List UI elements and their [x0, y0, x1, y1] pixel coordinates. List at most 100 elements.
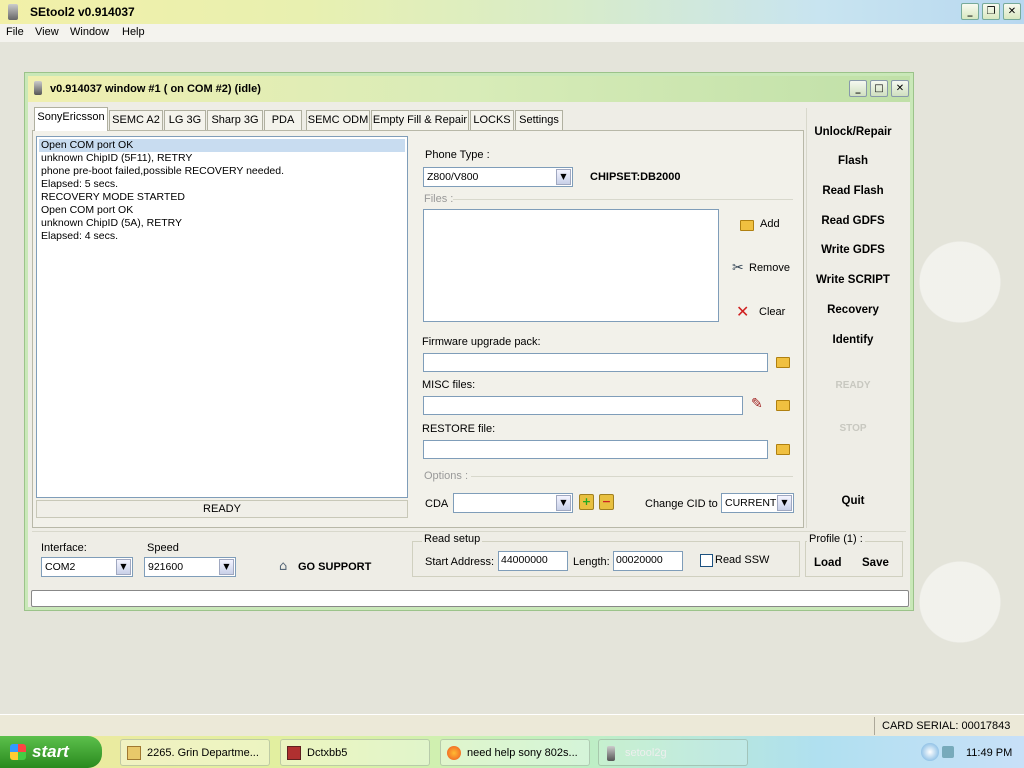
task-label: Dctxbb5 — [307, 747, 348, 759]
write-gdfs-button[interactable]: Write GDFS — [808, 244, 898, 256]
log-line[interactable]: unknown ChipID (5F11), RETRY — [39, 152, 405, 165]
flash-button[interactable]: Flash — [808, 155, 898, 167]
tab-lg-3g[interactable]: LG 3G — [164, 110, 206, 130]
menubar: File View Window Help — [0, 24, 1024, 42]
interface-select[interactable]: COM2 ▼ — [41, 557, 133, 577]
remove-red-icon[interactable]: − — [599, 494, 614, 510]
tray-speaker-icon[interactable] — [942, 746, 954, 758]
child-window-title: v0.914037 window #1 ( on COM #2) (idle) — [50, 83, 261, 95]
speed-select[interactable]: 921600 ▼ — [144, 557, 236, 577]
add-label: Add — [760, 218, 780, 230]
stop-button[interactable]: STOP — [808, 423, 898, 434]
chevron-down-icon[interactable]: ▼ — [116, 559, 131, 575]
clock: 11:49 PM — [966, 747, 1013, 759]
child-minimize-button[interactable]: _ — [849, 80, 867, 97]
phone-type-select[interactable]: Z800/V800 ▼ — [423, 167, 573, 187]
bottom-divider — [32, 531, 906, 532]
task-label: need help sony 802s... — [467, 747, 578, 759]
profile-save-button[interactable]: Save — [862, 557, 889, 569]
cda-select[interactable]: ▼ — [453, 493, 573, 513]
log-line[interactable]: Elapsed: 5 secs. — [39, 178, 405, 191]
remove-button[interactable]: ✂ Remove — [732, 260, 802, 278]
log-line[interactable]: Open COM port OK — [39, 139, 405, 152]
tab-pda[interactable]: PDA — [264, 110, 302, 130]
folder-open-icon[interactable] — [776, 400, 790, 411]
options-separator — [471, 476, 793, 477]
minimize-button[interactable]: _ — [961, 3, 979, 20]
log-line[interactable]: RECOVERY MODE STARTED — [39, 191, 405, 204]
files-list[interactable] — [423, 209, 719, 322]
child-close-button[interactable]: ✕ — [891, 80, 909, 97]
restore-button[interactable]: ❐ — [982, 3, 1000, 20]
read-gdfs-button[interactable]: Read GDFS — [808, 215, 898, 227]
misc-files-input[interactable] — [423, 396, 743, 415]
add-green-icon[interactable]: + — [579, 494, 594, 510]
misc-files-label: MISC files: — [422, 379, 476, 391]
log-line[interactable]: phone pre-boot failed,possible RECOVERY … — [39, 165, 405, 178]
read-flash-button[interactable]: Read Flash — [808, 185, 898, 197]
menu-window[interactable]: Window — [70, 26, 109, 38]
tab-empty-fill-repair[interactable]: Empty Fill & Repair — [371, 110, 469, 130]
read-setup-title: Read setup — [422, 533, 483, 545]
phone-type-label: Phone Type : — [425, 149, 490, 161]
firmware-label: Firmware upgrade pack: — [422, 336, 541, 348]
tab-settings[interactable]: Settings — [515, 110, 563, 130]
log-line[interactable]: unknown ChipID (5A), RETRY — [39, 217, 405, 230]
change-cid-select[interactable]: CURRENT ▼ — [721, 493, 794, 513]
speed-value: 921600 — [148, 561, 184, 573]
menu-help[interactable]: Help — [122, 26, 145, 38]
child-maximize-button[interactable]: □ — [870, 80, 888, 97]
chevron-down-icon[interactable]: ▼ — [777, 495, 792, 511]
recovery-button[interactable]: Recovery — [808, 304, 898, 316]
taskbar-task[interactable]: Dctxbb5 — [280, 739, 430, 766]
statusbar: CARD SERIAL: 00017843 — [0, 714, 1024, 736]
log-line[interactable]: Open COM port OK — [39, 204, 405, 217]
card-serial: CARD SERIAL: 00017843 — [882, 720, 1011, 732]
firmware-input[interactable] — [423, 353, 768, 372]
quit-button[interactable]: Quit — [808, 495, 898, 507]
pencil-icon[interactable]: ✎ — [751, 396, 763, 412]
taskbar-task[interactable]: 2265. Grin Departme... — [120, 739, 270, 766]
identify-button[interactable]: Identify — [808, 334, 898, 346]
cda-label: CDA — [425, 498, 449, 510]
tab-semc-a2[interactable]: SEMC A2 — [109, 110, 163, 130]
start-address-input[interactable]: 44000000 — [498, 551, 568, 571]
taskbar-task[interactable]: need help sony 802s... — [440, 739, 590, 766]
change-cid-label: Change CID to — [645, 498, 718, 510]
chevron-down-icon[interactable]: ▼ — [219, 559, 234, 575]
chevron-down-icon[interactable]: ▼ — [556, 169, 571, 185]
go-support-button[interactable]: ⌂ GO SUPPORT — [279, 559, 379, 577]
menu-view[interactable]: View — [35, 26, 59, 38]
log-list[interactable]: Open COM port OK unknown ChipID (5F11), … — [36, 136, 408, 498]
restore-file-input[interactable] — [423, 440, 768, 459]
profile-load-button[interactable]: Load — [814, 557, 841, 569]
close-button[interactable]: ✕ — [1003, 3, 1021, 20]
folder-open-icon[interactable] — [776, 357, 790, 368]
length-input[interactable]: 00020000 — [613, 551, 683, 571]
child-titlebar: v0.914037 window #1 ( on COM #2) (idle) … — [28, 76, 910, 102]
add-button[interactable]: Add — [739, 216, 799, 234]
task-label: setool2g — [625, 747, 667, 759]
phone-icon — [607, 746, 615, 761]
phone-type-value: Z800/V800 — [427, 171, 479, 183]
start-button[interactable]: start — [0, 736, 102, 768]
menu-file[interactable]: File — [6, 26, 24, 38]
chevron-down-icon[interactable]: ▼ — [556, 495, 571, 511]
unlock-repair-button[interactable]: Unlock/Repair — [808, 126, 898, 138]
tab-sharp-3g[interactable]: Sharp 3G — [207, 110, 263, 130]
tray-network-icon[interactable] — [921, 743, 939, 761]
write-script-button[interactable]: Write SCRIPT — [808, 274, 898, 286]
start-address-label: Start Address: — [425, 556, 495, 568]
ready-button[interactable]: READY — [808, 380, 898, 391]
log-line[interactable]: Elapsed: 4 secs. — [39, 230, 405, 243]
firefox-icon — [447, 746, 461, 760]
tab-sonyericsson[interactable]: SonyEricsson — [34, 107, 108, 131]
tab-semc-odm[interactable]: SEMC ODM — [306, 110, 370, 130]
taskbar-task-active[interactable]: setool2g — [598, 739, 748, 766]
read-ssw-checkbox[interactable] — [700, 554, 713, 567]
profile-title: Profile (1) : — [807, 533, 865, 545]
start-label: start — [32, 742, 69, 761]
clear-button[interactable]: ✕ Clear — [736, 302, 796, 322]
tab-locks[interactable]: LOCKS — [470, 110, 514, 130]
folder-open-icon[interactable] — [776, 444, 790, 455]
